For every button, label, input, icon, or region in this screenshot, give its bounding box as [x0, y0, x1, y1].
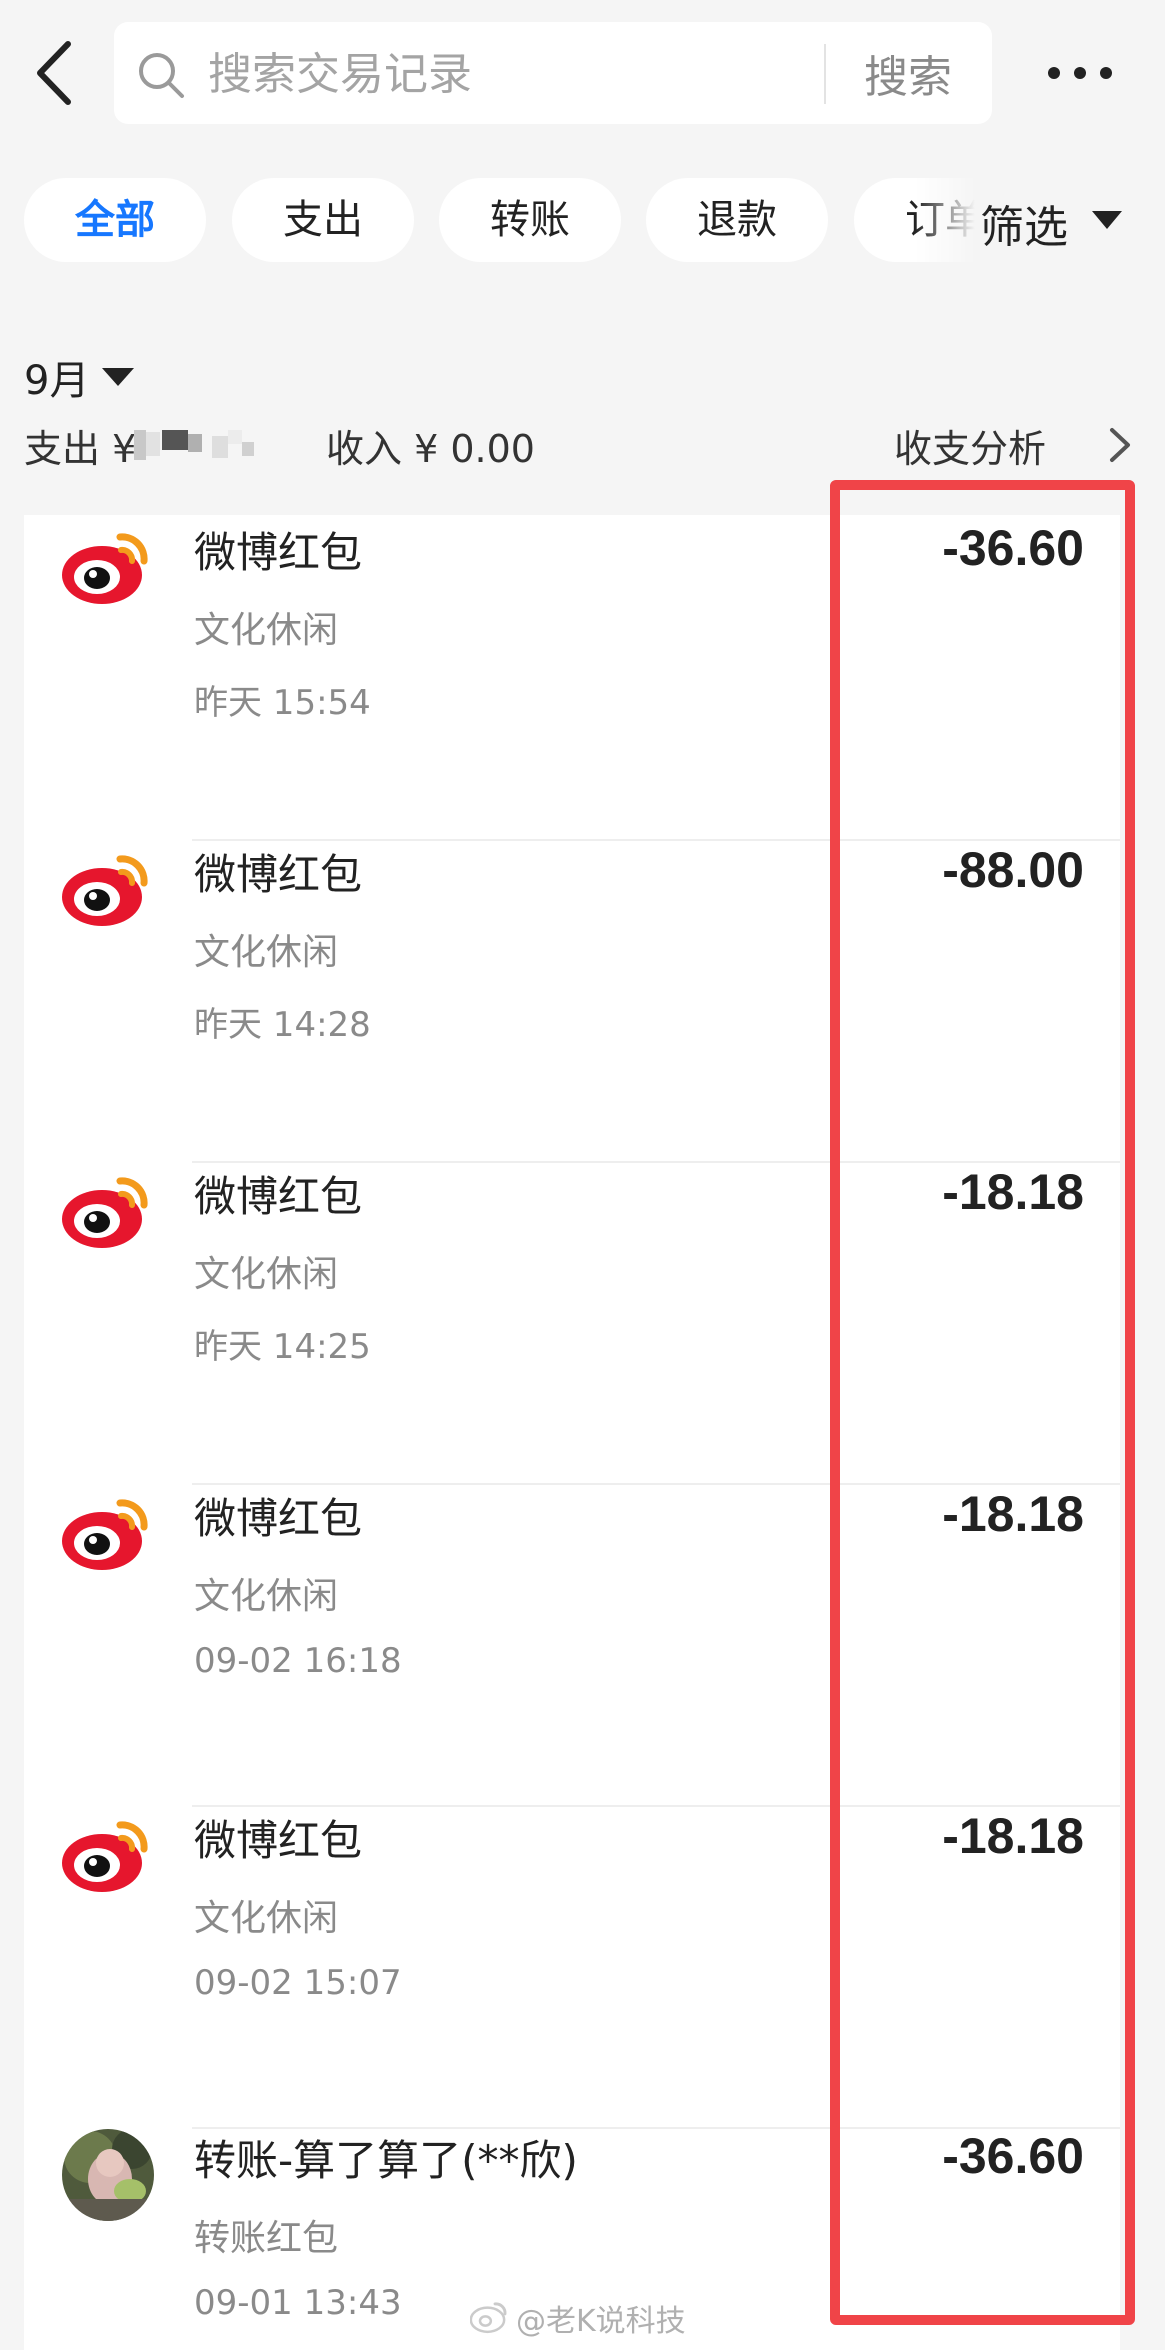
- search-input[interactable]: [208, 44, 908, 104]
- mosaic-mask: [134, 428, 274, 464]
- transaction-time: 昨天 15:54: [194, 683, 371, 723]
- transaction-time: 昨天 14:28: [194, 1005, 371, 1045]
- top-bar: 搜索: [0, 0, 1165, 150]
- transaction-category: 文化休闲: [194, 1898, 339, 1939]
- transaction-list: 微博红包 文化休闲 昨天 15:54 -36.60 微博红包 文化休闲 昨天 1…: [24, 515, 1120, 2350]
- transaction-amount: -18.18: [942, 1486, 1084, 1542]
- user-avatar-icon: [60, 2127, 156, 2223]
- transaction-amount: -88.00: [942, 842, 1084, 898]
- transaction-row[interactable]: 微博红包 文化休闲 昨天 15:54 -36.60: [24, 519, 1120, 841]
- weibo-logo-icon: [469, 2298, 510, 2334]
- filter-label: 筛选: [980, 202, 1068, 253]
- search-button[interactable]: 搜索: [828, 22, 988, 124]
- transaction-row[interactable]: 微博红包 文化休闲 昨天 14:28 -88.00: [24, 841, 1120, 1163]
- filter-button[interactable]: 筛选: [980, 185, 1140, 255]
- month-summary: 支出 ¥ 收入 ¥ 0.00 收支分析: [24, 418, 1144, 478]
- analysis-label: 收支分析: [894, 427, 1047, 471]
- expense-label: 支出 ¥: [24, 427, 137, 471]
- watermark-text: @老K说科技: [516, 2304, 686, 2339]
- transaction-time: 昨天 14:25: [194, 1327, 371, 1367]
- weibo-logo-icon: [60, 1485, 156, 1581]
- transaction-time: 09-02 16:18: [194, 1641, 402, 1681]
- transaction-category: 文化休闲: [194, 1576, 339, 1617]
- transaction-title: 转账-算了算了(**欣): [194, 2136, 578, 2185]
- tab-refund[interactable]: 退款: [646, 178, 828, 262]
- transaction-category: 文化休闲: [194, 1254, 339, 1295]
- transaction-category: 转账红包: [194, 2218, 339, 2259]
- search-box[interactable]: 搜索: [114, 22, 992, 124]
- weibo-logo-icon: [60, 519, 156, 615]
- transaction-title: 微博红包: [194, 850, 363, 899]
- transaction-title: 微博红包: [194, 1172, 363, 1221]
- month-label: 9月: [24, 358, 90, 404]
- transaction-amount: -36.60: [942, 520, 1084, 576]
- transaction-amount: -36.60: [942, 2128, 1084, 2184]
- analysis-link[interactable]: 收支分析: [894, 418, 1144, 478]
- chevron-right-icon: [1104, 424, 1134, 466]
- tab-transfer[interactable]: 转账: [439, 178, 621, 262]
- back-arrow-icon[interactable]: [30, 38, 80, 108]
- income-label: 收入 ¥ 0.00: [326, 427, 535, 471]
- transaction-title: 微博红包: [194, 528, 363, 577]
- transaction-category: 文化休闲: [194, 932, 339, 973]
- search-icon: [136, 50, 186, 100]
- triangle-down-icon: [1092, 211, 1122, 229]
- more-dots-icon[interactable]: [1040, 48, 1120, 98]
- weibo-logo-icon: [60, 1807, 156, 1903]
- transaction-category: 文化休闲: [194, 610, 339, 651]
- triangle-down-icon: [102, 368, 134, 386]
- tab-all[interactable]: 全部: [24, 178, 206, 262]
- transaction-time: 09-02 15:07: [194, 1963, 402, 2003]
- weibo-logo-icon: [60, 841, 156, 937]
- tab-expense[interactable]: 支出: [232, 178, 414, 262]
- transaction-amount: -18.18: [942, 1808, 1084, 1864]
- search-divider: [824, 44, 826, 104]
- transaction-title: 微博红包: [194, 1494, 363, 1543]
- transaction-amount: -18.18: [942, 1164, 1084, 1220]
- transaction-title: 微博红包: [194, 1816, 363, 1865]
- transaction-time: 09-01 13:43: [194, 2283, 402, 2323]
- transaction-row[interactable]: 微博红包 文化休闲 09-02 16:18 -18.18: [24, 1485, 1120, 1807]
- weibo-logo-icon: [60, 1163, 156, 1259]
- transaction-row[interactable]: 微博红包 文化休闲 09-02 15:07 -18.18: [24, 1807, 1120, 2129]
- transaction-row[interactable]: 微博红包 文化休闲 昨天 14:25 -18.18: [24, 1163, 1120, 1485]
